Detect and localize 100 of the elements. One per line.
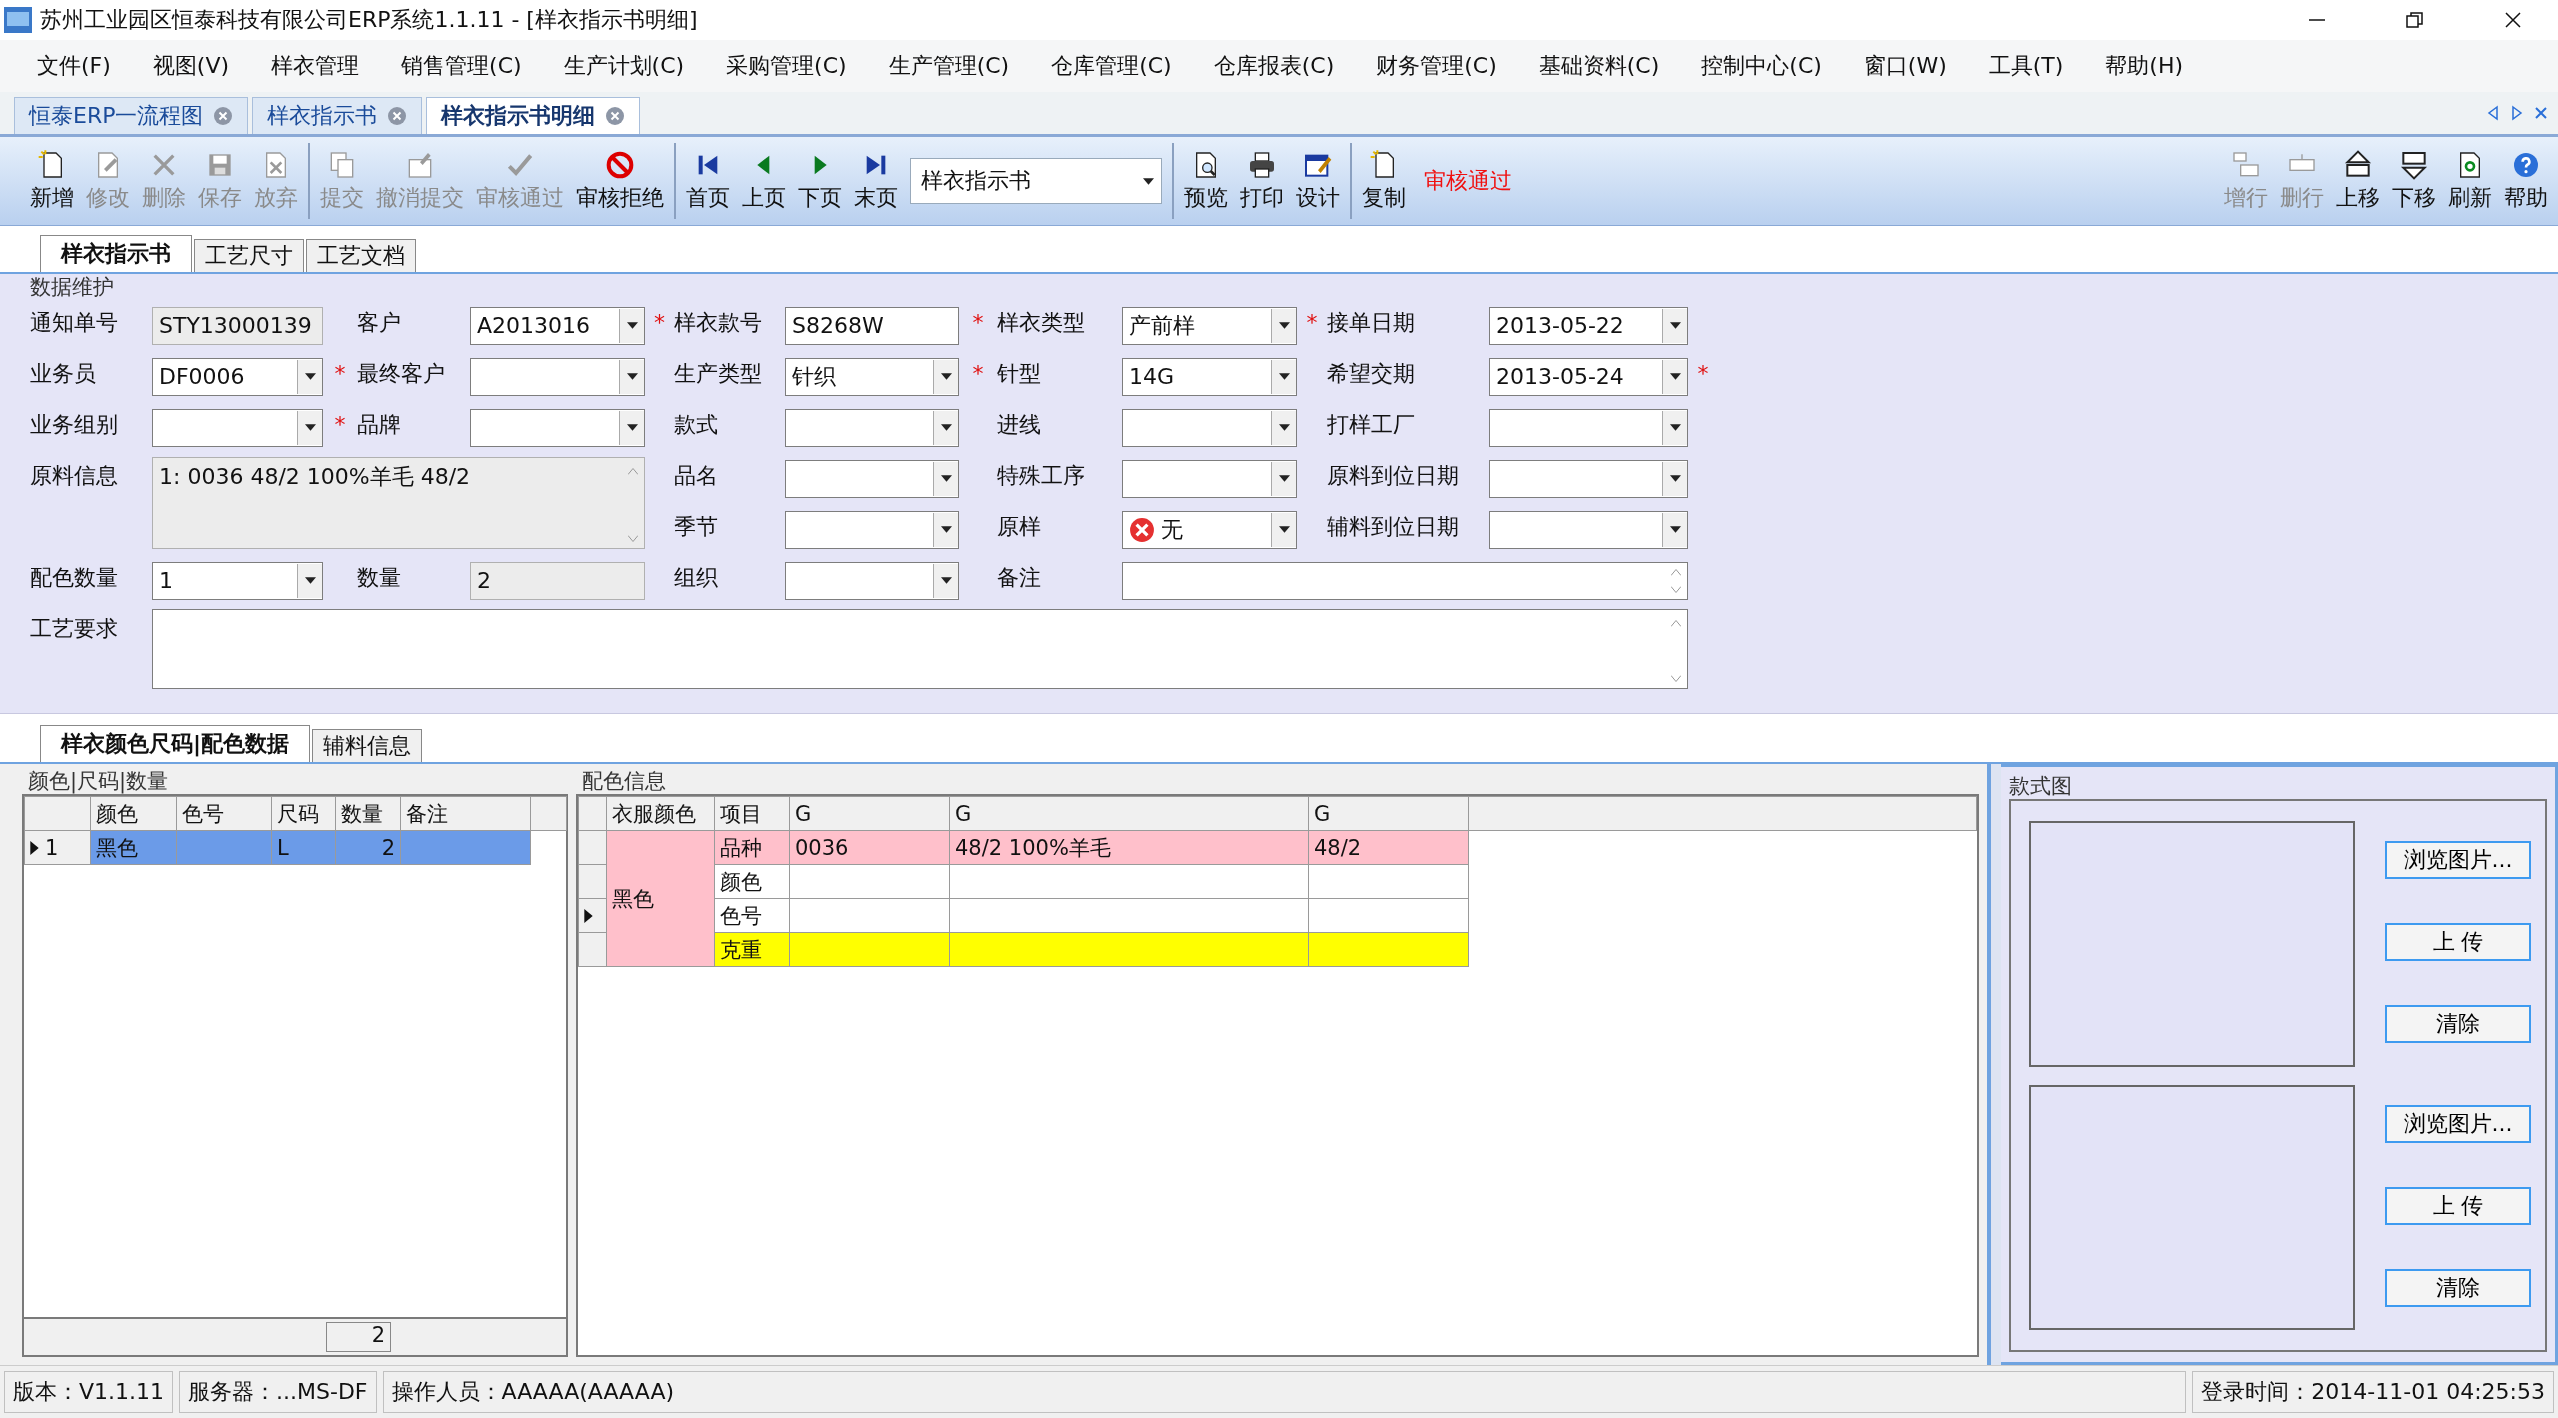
menu-item[interactable]: 采购管理(C) [705,51,868,81]
column-header[interactable]: 衣服颜色 [606,796,715,831]
text-area[interactable] [152,609,1688,689]
dropdown-button[interactable] [1662,461,1687,496]
dropdown-field[interactable] [785,459,959,498]
toolbar-button[interactable]: 新增 [24,147,80,215]
document-tab[interactable]: 样衣指示书 [252,97,423,134]
scroll-down-icon[interactable] [1671,585,1681,593]
menu-item[interactable]: 帮助(H) [2084,51,2205,81]
toolbar-button[interactable]: 上移 [2330,147,2386,215]
close-icon[interactable] [2503,10,2523,30]
dropdown-field[interactable] [785,510,959,549]
menu-item[interactable]: 文件(F) [16,51,132,81]
dropdown-button[interactable] [619,359,644,394]
scroll-left-icon[interactable] [2486,105,2500,121]
dropdown-field[interactable] [785,561,959,600]
dropdown-field[interactable]: A2013016 [470,306,645,345]
toolbar-button[interactable]: 设计 [1290,147,1346,215]
dropdown-field[interactable]: 2013-05-24 [1489,357,1688,396]
row-header[interactable] [578,898,607,933]
dropdown-button[interactable] [1271,359,1296,394]
toolbar-button[interactable]: 帮助 [2498,147,2554,215]
menu-item[interactable]: 工具(T) [1967,51,2085,81]
dropdown-field[interactable]: 2013-05-22 [1489,306,1688,345]
dropdown-button[interactable] [1662,410,1687,445]
dropdown-field[interactable] [470,408,645,447]
detail-tab[interactable]: 辅料信息 [312,729,423,762]
dropdown-field[interactable]: 1 [152,561,323,600]
menu-item[interactable]: 财务管理(C) [1355,51,1518,81]
image-button[interactable]: 上 传 [2385,923,2531,961]
menu-item[interactable]: 仓库管理(C) [1030,51,1193,81]
toolbar-button[interactable]: 上页 [736,147,792,215]
scroll-up-icon[interactable] [1671,568,1681,576]
dropdown-button[interactable] [297,410,322,445]
dropdown-button[interactable] [933,359,958,394]
toolbar-button[interactable]: 刷新 [2442,147,2498,215]
dropdown-button[interactable] [1271,512,1296,547]
column-header[interactable]: G [949,796,1309,831]
dropdown-button[interactable] [297,359,322,394]
dropdown-button[interactable] [933,461,958,496]
dropdown-field[interactable] [785,408,959,447]
toolbar-button[interactable]: 首页 [680,147,736,215]
image-button[interactable]: 上 传 [2385,1186,2531,1225]
toolbar-button[interactable]: 审核拒绝 [570,147,670,215]
column-header[interactable]: 项目 [714,796,790,831]
toolbar-button[interactable]: 下移 [2386,147,2442,215]
dropdown-field[interactable] [1122,459,1297,498]
detail-tab[interactable]: 样衣颜色尺码|配色数据 [40,725,311,762]
menu-item[interactable]: 基础资料(C) [1517,51,1681,81]
dropdown-field[interactable]: 14G [1122,357,1297,396]
column-header[interactable]: 尺码 [271,796,336,831]
dropdown-field[interactable] [152,408,323,447]
form-tab[interactable]: 工艺文档 [306,239,416,272]
dropdown-field[interactable] [1489,459,1688,498]
dropdown-button[interactable] [619,410,644,445]
scroll-up-icon[interactable] [1671,620,1681,627]
dropdown-button[interactable] [1271,410,1296,445]
dropdown-field[interactable]: 无 [1122,510,1297,549]
image-button[interactable]: 清除 [2385,1005,2531,1043]
dropdown-button[interactable] [1662,359,1687,394]
dropdown-field[interactable]: 针织 [785,357,959,396]
image-button[interactable]: 浏览图片... [2385,1104,2531,1143]
dropdown-field[interactable] [1489,408,1688,447]
form-tab[interactable]: 样衣指示书 [40,235,192,272]
dropdown-button[interactable] [933,512,958,547]
report-select[interactable]: 样衣指示书 [910,158,1162,204]
menu-item[interactable]: 生产管理(C) [867,51,1031,81]
dropdown-button[interactable] [1271,308,1296,343]
text-field[interactable]: S8268W [785,306,959,345]
dropdown-button[interactable] [933,563,958,598]
dropdown-field[interactable] [1122,408,1297,447]
toolbar-button[interactable]: 预览 [1178,147,1234,215]
dropdown-button[interactable] [619,308,644,343]
toolbar-button[interactable]: 下页 [792,147,848,215]
dropdown-field[interactable]: DF0006 [152,357,323,396]
dropdown-field[interactable]: 产前样 [1122,306,1297,345]
column-header[interactable]: 备注 [400,796,531,831]
scroll-right-icon[interactable] [2510,105,2524,121]
image-button[interactable]: 浏览图片... [2385,841,2531,879]
column-header[interactable]: G [1308,796,1469,831]
menu-item[interactable]: 样衣管理 [250,51,381,81]
column-header[interactable]: 颜色 [90,796,177,831]
menu-item[interactable]: 仓库报表(C) [1192,51,1356,81]
text-field[interactable] [1122,561,1688,600]
toolbar-button[interactable]: 复制 [1356,147,1412,215]
scroll-down-icon[interactable] [1671,675,1681,682]
document-tab[interactable]: 恒泰ERP一流程图 [14,97,249,134]
dropdown-button[interactable] [1271,461,1296,496]
menu-item[interactable]: 视图(V) [131,51,251,81]
restore-icon[interactable] [2405,10,2425,30]
column-header[interactable]: 数量 [335,796,401,831]
column-header[interactable]: 色号 [176,796,272,831]
document-tab[interactable]: 样衣指示书明细 [426,97,641,134]
image-button[interactable]: 清除 [2385,1268,2531,1307]
dropdown-button[interactable] [1662,308,1687,343]
toolbar-button[interactable]: 末页 [848,147,904,215]
column-header[interactable]: G [789,796,950,831]
form-tab[interactable]: 工艺尺寸 [194,239,304,272]
menu-item[interactable]: 生产计划(C) [542,51,706,81]
menu-item[interactable]: 控制中心(C) [1680,51,1843,81]
